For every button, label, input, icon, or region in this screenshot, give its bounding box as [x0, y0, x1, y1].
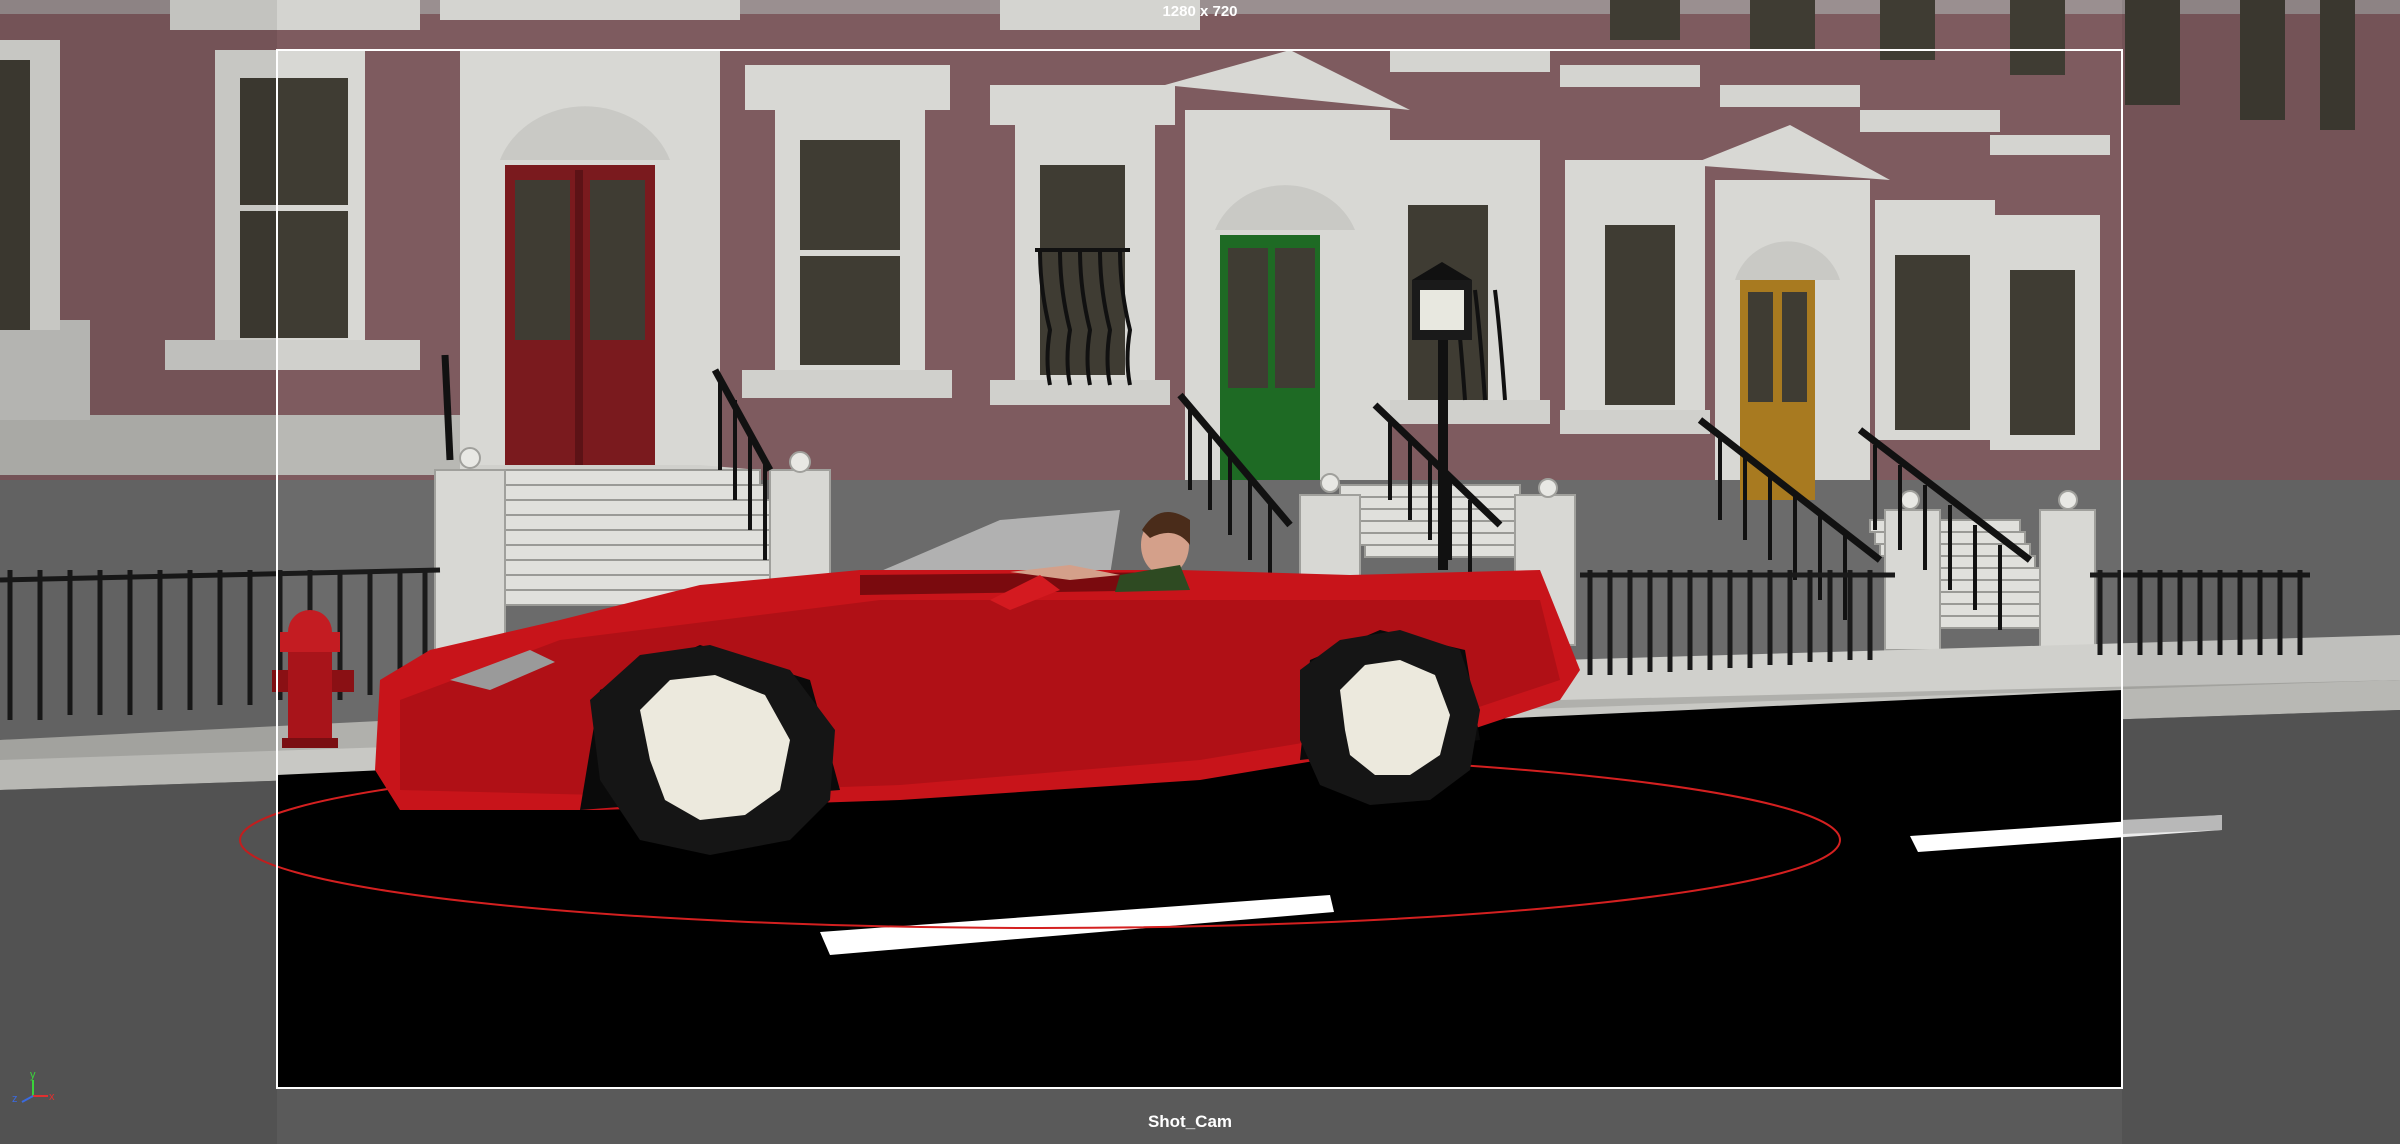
- maya-viewport[interactable]: 1280 x 720 Shot_Cam y x z: [0, 0, 2400, 1144]
- resolution-gate-label: 1280 x 720: [1162, 3, 1238, 20]
- axis-z-label: z: [12, 1093, 18, 1105]
- axis-y-label: y: [30, 1069, 36, 1081]
- camera-name-label: Shot_Cam: [1147, 1112, 1233, 1131]
- doorway-red: [460, 50, 720, 470]
- scene-render[interactable]: [0, 0, 2400, 1144]
- axis-gizmo-icon: y x z: [12, 1069, 55, 1105]
- axis-x-label: x: [49, 1091, 55, 1103]
